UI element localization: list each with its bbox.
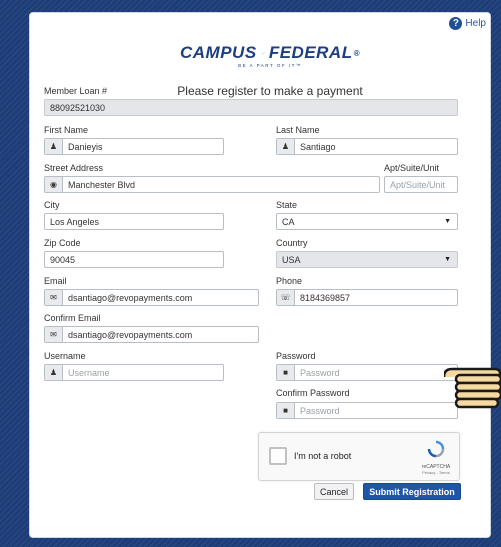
phone-label: Phone [276, 276, 303, 286]
cancel-button[interactable]: Cancel [314, 483, 354, 500]
user-icon: ♟ [45, 139, 63, 154]
envelope-icon: ✉ [45, 290, 63, 305]
phone-icon: ☏ [277, 290, 295, 305]
confirm-email-input[interactable]: ✉ dsantiago@revopayments.com [44, 326, 259, 343]
question-icon: ? [449, 17, 463, 30]
street-value: Manchester Blvd [68, 179, 136, 190]
email-input[interactable]: ✉ dsantiago@revopayments.com [44, 289, 259, 306]
recaptcha-icon [427, 440, 445, 458]
logo-tagline: BE A PART OF IT™ [238, 63, 302, 68]
email-label: Email [44, 276, 67, 286]
logo-brand-left: CAMPUS [180, 43, 257, 62]
recaptcha-label: I'm not a robot [294, 451, 352, 461]
city-value: Los Angeles [50, 216, 100, 227]
member-loan-label: Member Loan # [44, 86, 108, 96]
confirm-password-label: Confirm Password [276, 388, 350, 398]
recaptcha-logo: reCAPTCHA Privacy - Terms [421, 440, 451, 475]
password-placeholder: Password [300, 367, 340, 378]
first-name-label: First Name [44, 125, 89, 135]
city-input[interactable]: Los Angeles [44, 213, 224, 230]
logo-brand-right: FEDERAL [268, 43, 353, 62]
submit-registration-button[interactable]: Submit Registration [363, 483, 461, 500]
email-value: dsantiago@revopayments.com [68, 292, 193, 303]
logo-checkmark-icon [260, 51, 265, 55]
help-link[interactable]: ? Help [449, 17, 486, 30]
first-name-input[interactable]: ♟ Danieyis [44, 138, 224, 155]
map-marker-icon: ◉ [45, 177, 63, 192]
first-name-value: Danieyis [68, 141, 103, 152]
member-loan-value: 88092521030 [50, 102, 106, 113]
page-subtitle: Please register to make a payment [177, 84, 363, 98]
lock-icon: ■ [277, 365, 295, 380]
campus-federal-logo: CAMPUS FEDERAL ® BE A PART OF IT™ [180, 43, 360, 68]
zip-value: 90045 [50, 254, 76, 265]
confirm-password-placeholder: Password [300, 405, 340, 416]
help-label: Help [465, 18, 486, 29]
state-select[interactable]: CA ▼ [276, 213, 458, 230]
street-input[interactable]: ◉ Manchester Blvd [44, 176, 380, 193]
username-placeholder: Username [68, 367, 110, 378]
zip-input[interactable]: 90045 [44, 251, 224, 268]
state-value: CA [282, 216, 295, 227]
recaptcha-checkbox[interactable] [269, 447, 287, 465]
password-input[interactable]: ■ Password [276, 364, 458, 381]
pointing-hand-icon [444, 367, 501, 409]
country-select: USA ▼ [276, 251, 458, 268]
lock-icon: ■ [277, 403, 295, 418]
confirm-email-label: Confirm Email [44, 313, 101, 323]
recaptcha-widget: I'm not a robot reCAPTCHA Privacy - Term… [258, 432, 460, 481]
caret-down-icon: ▼ [444, 218, 451, 225]
phone-value: 8184369857 [300, 292, 351, 303]
country-label: Country [276, 238, 308, 248]
caret-down-icon: ▼ [444, 256, 451, 263]
apt-placeholder: Apt/Suite/Unit [390, 179, 446, 190]
password-label: Password [276, 351, 316, 361]
street-label: Street Address [44, 163, 104, 173]
member-loan-field: 88092521030 [44, 99, 458, 116]
last-name-input[interactable]: ♟ Santiago [276, 138, 458, 155]
username-label: Username [44, 351, 86, 361]
state-label: State [276, 200, 298, 210]
city-label: City [44, 200, 60, 210]
phone-input[interactable]: ☏ 8184369857 [276, 289, 458, 306]
zip-label: Zip Code [44, 238, 81, 248]
registration-card: ? Help CAMPUS FEDERAL ® BE A PART OF IT™ … [29, 12, 491, 538]
user-icon: ♟ [45, 365, 63, 380]
username-input[interactable]: ♟ Username [44, 364, 224, 381]
country-value: USA [282, 254, 301, 265]
logo-registered: ® [353, 48, 360, 58]
apt-label: Apt/Suite/Unit [384, 163, 440, 173]
last-name-value: Santiago [300, 141, 336, 152]
user-icon: ♟ [277, 139, 295, 154]
recaptcha-links[interactable]: Privacy - Terms [421, 470, 451, 475]
confirm-password-input[interactable]: ■ Password [276, 402, 458, 419]
last-name-label: Last Name [276, 125, 320, 135]
confirm-email-value: dsantiago@revopayments.com [68, 329, 193, 340]
envelope-icon: ✉ [45, 327, 63, 342]
apt-input[interactable]: Apt/Suite/Unit [384, 176, 458, 193]
